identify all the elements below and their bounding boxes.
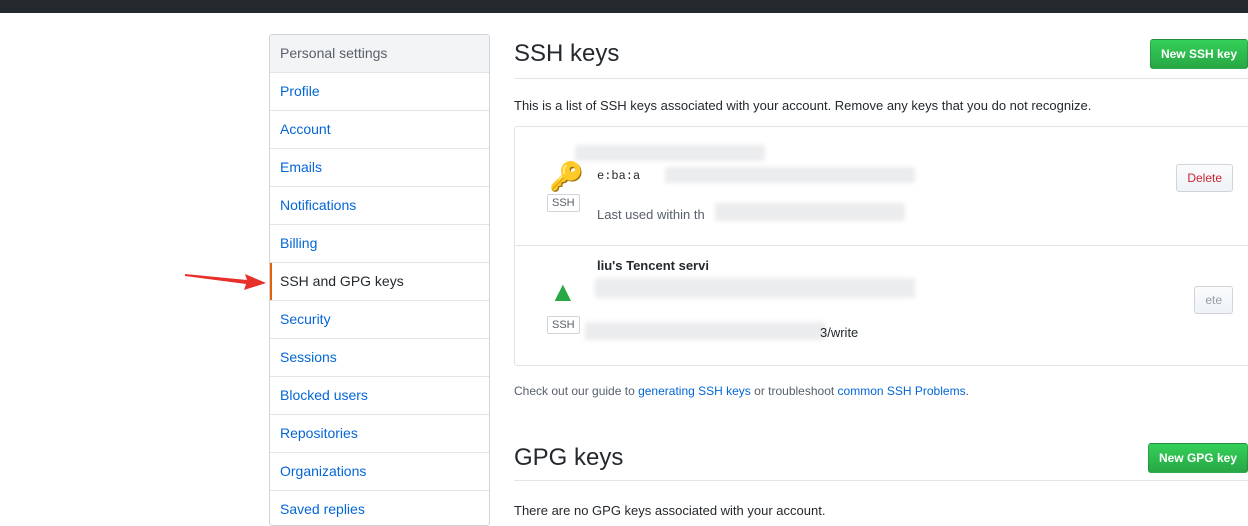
gpg-section-header: GPG keys New GPG key [514,438,1248,481]
ssh-key-row: ▲ SSH liu's Tencent servi 3/write ete [515,245,1248,364]
redacted-last-used [715,203,905,221]
guide-suffix: . [965,384,969,398]
redacted-last-used [585,322,825,340]
sidebar-item-organizations[interactable]: Organizations [270,453,489,491]
ssh-key-type-label: SSH [547,194,580,212]
sidebar-item-security[interactable]: Security [270,301,489,339]
key-last-used: Last used within th [597,207,705,222]
generating-ssh-keys-link[interactable]: generating SSH keys [638,384,751,398]
guide-prefix: Check out our guide to [514,384,639,398]
key-title: liu's Tencent servi [597,258,709,273]
guide-middle: or troubleshoot [750,384,838,398]
key-last-used: 3/write [820,325,859,340]
sidebar-item-billing[interactable]: Billing [270,225,489,263]
main-content: SSH keys New SSH key This is a list of S… [514,34,1248,518]
ssh-key-row: 🔑 SSH e:ba:a Last used within th Delete [515,127,1248,245]
ssh-key-type-label: SSH [547,316,580,334]
common-ssh-problems-link[interactable]: common SSH Problems [838,384,966,398]
sidebar-item-profile[interactable]: Profile [270,73,489,111]
ssh-section-header: SSH keys New SSH key [514,34,1248,79]
delete-key-button[interactable]: Delete [1176,164,1233,192]
top-navigation-bar [0,0,1248,13]
sidebar-item-account[interactable]: Account [270,111,489,149]
ssh-description: This is a list of SSH keys associated wi… [514,98,1092,113]
sidebar-item-notifications[interactable]: Notifications [270,187,489,225]
sidebar-item-emails[interactable]: Emails [270,149,489,187]
gpg-section-title: GPG keys [514,444,624,471]
sidebar-item-sessions[interactable]: Sessions [270,339,489,377]
new-ssh-key-button[interactable]: New SSH key [1149,39,1248,69]
sidebar-header: Personal settings [270,35,489,73]
key-fingerprint: e:ba:a [597,169,641,183]
sidebar-item-repositories[interactable]: Repositories [270,415,489,453]
gpg-description: There are no GPG keys associated with yo… [514,503,826,518]
settings-sidebar: Personal settings Profile Account Emails… [269,34,490,526]
ssh-key-list: 🔑 SSH e:ba:a Last used within th Delete … [514,126,1248,366]
annotation-arrow-icon [185,274,266,290]
redacted-fingerprint [595,278,915,298]
key-icon: 🔑 [549,161,584,192]
ssh-guide-text: Check out our guide to generating SSH ke… [514,384,969,398]
delete-key-button[interactable]: ete [1194,286,1233,314]
sidebar-item-ssh-gpg-keys[interactable]: SSH and GPG keys [270,263,489,301]
sidebar-item-saved-replies[interactable]: Saved replies [270,491,489,525]
sidebar-item-blocked-users[interactable]: Blocked users [270,377,489,415]
ssh-section-title: SSH keys [514,40,620,67]
new-gpg-key-button[interactable]: New GPG key [1147,443,1248,473]
redacted-fingerprint [665,167,915,183]
key-icon: ▲ [549,276,577,307]
redacted-key-title [575,145,765,161]
